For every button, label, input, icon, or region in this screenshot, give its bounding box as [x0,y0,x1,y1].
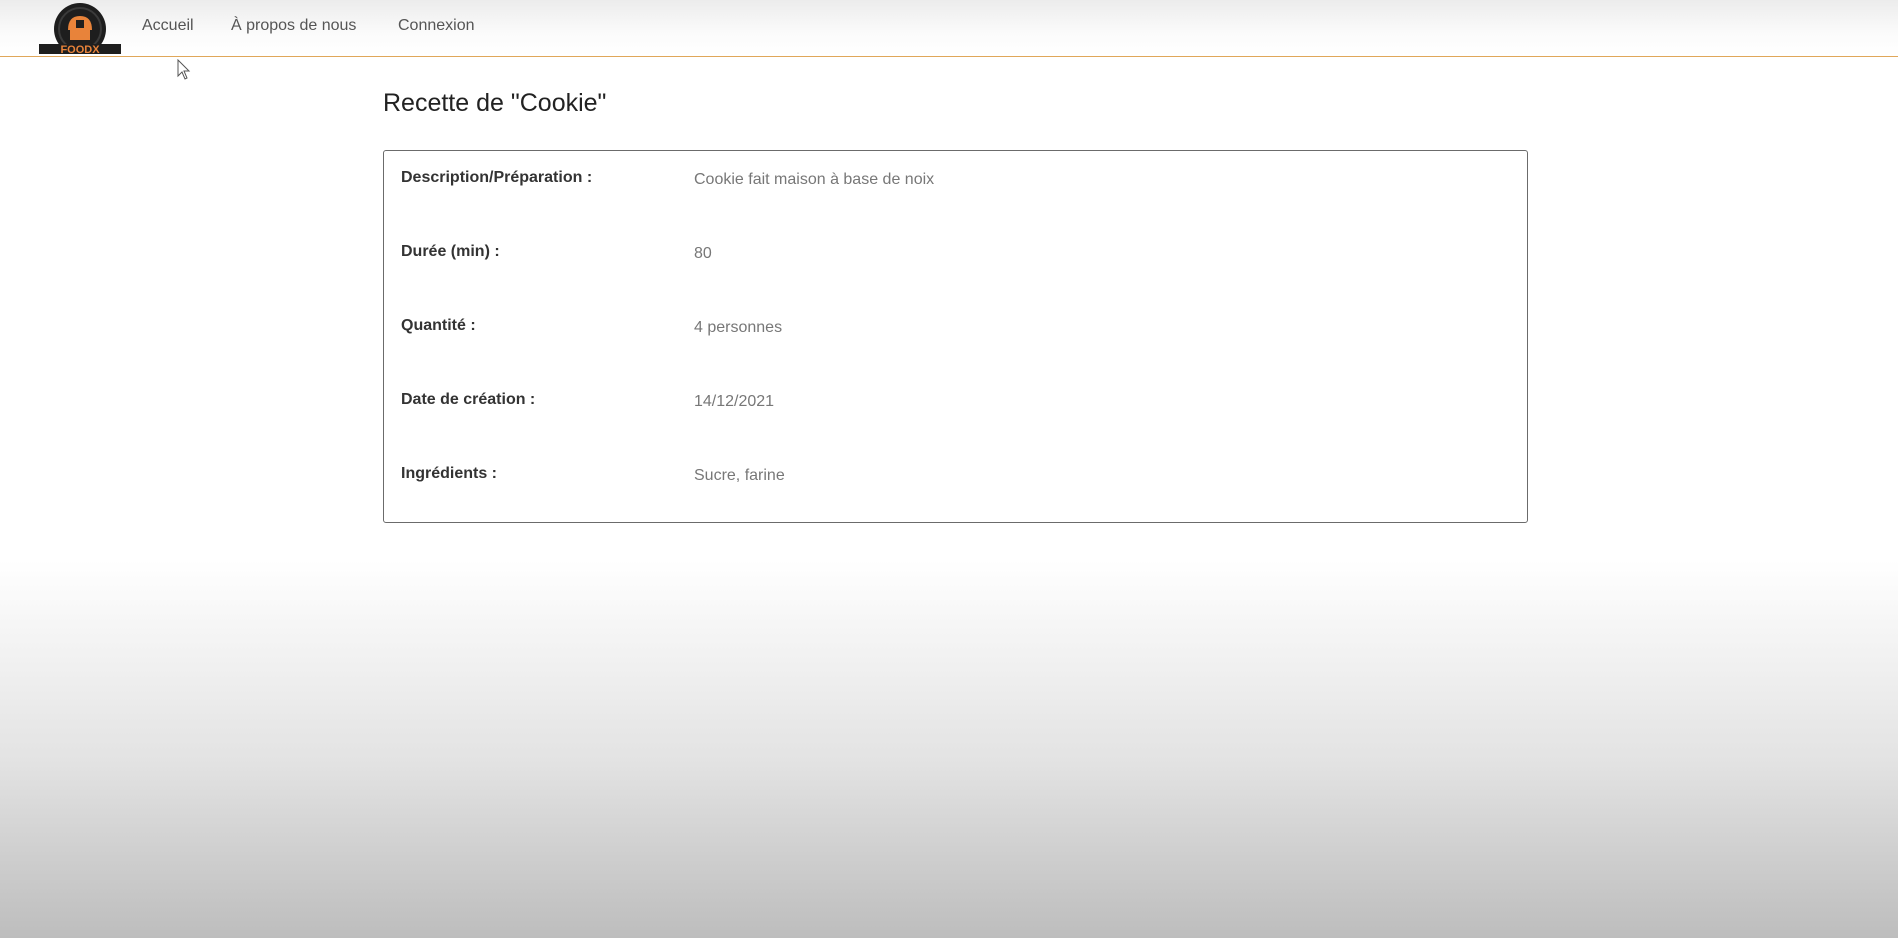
row-value: 80 [694,245,712,262]
row-value: 4 personnes [694,319,783,336]
recipe-row-duration: Durée (min) : 80 [384,243,1527,273]
logo-text: FOODX [60,44,100,54]
row-label: Durée (min) : [401,243,500,260]
nav-link-accueil[interactable]: Accueil [142,17,194,35]
recipe-row-description: Description/Préparation : Cookie fait ma… [384,169,1527,199]
recipe-row-ingredients: Ingrédients : Sucre, farine [384,465,1527,495]
recipe-row-creation-date: Date de création : 14/12/2021 [384,391,1527,421]
row-label: Description/Préparation : [401,169,593,186]
recipe-row-quantity: Quantité : 4 personnes [384,317,1527,347]
nav-link-connexion[interactable]: Connexion [398,17,475,35]
row-value: Cookie fait maison à base de noix [694,171,935,188]
row-label: Date de création : [401,391,536,408]
recipe-details-card: Description/Préparation : Cookie fait ma… [383,150,1528,523]
row-label: Ingrédients : [401,465,498,482]
page-title: Recette de "Cookie" [383,89,607,117]
nav-link-a-propos[interactable]: À propos de nous [231,17,356,35]
logo-icon: FOODX [39,3,121,56]
row-label: Quantité : [401,317,476,334]
foodx-logo[interactable]: FOODX [38,2,122,56]
top-navbar: FOODX Accueil À propos de nous Connexion [0,0,1898,57]
row-value: Sucre, farine [694,467,785,484]
row-value: 14/12/2021 [694,393,775,410]
mouse-cursor-icon [177,58,191,81]
